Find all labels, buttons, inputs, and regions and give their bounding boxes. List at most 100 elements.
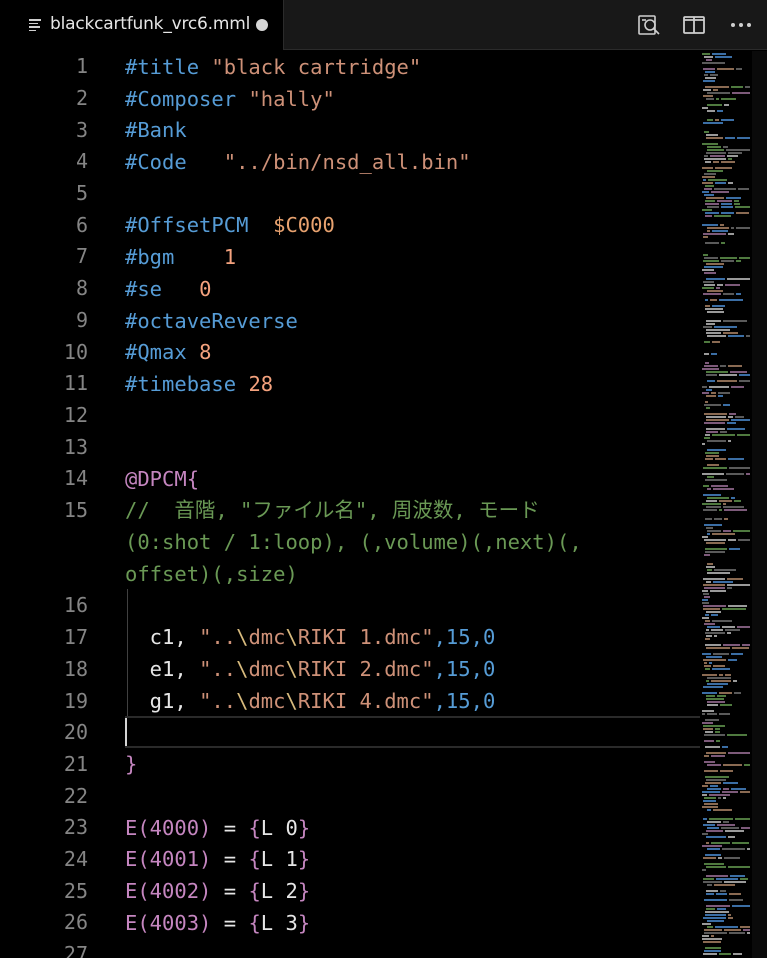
minimap-line — [723, 764, 742, 766]
minimap-line — [704, 194, 714, 196]
minimap-line — [705, 299, 708, 301]
minimap-line — [746, 335, 750, 337]
minimap-line — [702, 869, 706, 871]
minimap-line — [707, 788, 721, 790]
minimap-line — [708, 179, 727, 181]
minimap-line — [702, 176, 715, 178]
minimap-line — [712, 53, 726, 55]
minimap-line — [703, 578, 725, 580]
code-line: #Qmax 8 — [125, 340, 212, 364]
minimap-line — [741, 827, 750, 829]
minimap-line — [705, 632, 725, 634]
minimap-line — [707, 701, 725, 703]
minimap-line — [713, 581, 733, 583]
minimap-line — [703, 233, 726, 235]
minimap-line — [707, 821, 721, 823]
minimap-line — [732, 647, 749, 649]
minimap-line — [714, 188, 736, 190]
minimap-line — [706, 635, 712, 637]
minimap-line — [729, 932, 745, 934]
minimap-line — [704, 257, 718, 259]
code-line: c1, "..\dmc\RIKI 1.dmc",15,0 — [125, 625, 496, 649]
minimap-line — [703, 80, 715, 82]
minimap[interactable] — [700, 51, 752, 958]
minimap-line — [712, 620, 732, 622]
minimap-line — [702, 191, 709, 193]
minimap-line — [715, 926, 738, 928]
minimap-line — [728, 605, 747, 607]
minimap-line — [713, 488, 734, 490]
comment-line: // 音階, "ファイル名", 周波数, モード — [125, 498, 540, 522]
minimap-line — [704, 188, 712, 190]
minimap-line — [723, 821, 729, 823]
minimap-line — [702, 710, 714, 712]
minimap-line — [717, 695, 726, 697]
minimap-line — [730, 875, 745, 877]
minimap-line — [704, 413, 727, 415]
minimap-line — [704, 173, 716, 175]
minimap-line — [727, 587, 732, 589]
minimap-line — [702, 143, 718, 145]
code-area[interactable]: #title "black cartridge" #Composer "hall… — [125, 51, 700, 958]
line-number: 14 — [63, 466, 88, 490]
minimap-line — [702, 653, 711, 655]
minimap-line — [703, 857, 716, 859]
minimap-line — [705, 479, 727, 481]
modified-dot-icon[interactable] — [256, 19, 268, 31]
vertical-scrollbar[interactable] — [752, 51, 767, 958]
minimap-line — [707, 380, 715, 382]
minimap-line — [705, 854, 721, 856]
minimap-line — [705, 458, 713, 460]
minimap-line — [720, 431, 727, 433]
minimap-line — [703, 917, 726, 919]
minimap-line — [728, 152, 742, 154]
line-number: 23 — [63, 815, 88, 839]
minimap-line — [703, 467, 727, 469]
minimap-line — [706, 866, 726, 868]
minimap-line — [702, 443, 705, 445]
minimap-line — [705, 362, 709, 364]
minimap-line — [703, 485, 709, 487]
minimap-line — [717, 284, 723, 286]
line-number: 1 — [75, 54, 88, 78]
code-line: #octaveReverse — [125, 309, 298, 333]
minimap-line — [714, 569, 736, 571]
minimap-line — [723, 293, 734, 295]
minimap-line — [733, 953, 742, 955]
code-line: #title "black cartridge" — [125, 55, 422, 79]
line-number: 7 — [75, 244, 88, 268]
minimap-line — [703, 494, 721, 496]
minimap-line — [707, 476, 714, 478]
code-editor[interactable]: 1 2 3 4 5 6 7 8 9 10 11 12 13 14 15 16 1… — [0, 51, 700, 958]
minimap-line — [707, 92, 730, 94]
minimap-line — [702, 785, 708, 787]
line-number: 27 — [63, 942, 88, 958]
minimap-line — [707, 626, 720, 628]
minimap-line — [707, 920, 724, 922]
minimap-line — [705, 638, 710, 640]
minimap-line — [705, 203, 719, 205]
minimap-line — [717, 200, 732, 202]
line-number: 22 — [63, 784, 88, 808]
minimap-line — [703, 881, 722, 883]
split-editor-icon[interactable] — [681, 12, 707, 38]
minimap-line — [710, 785, 718, 787]
minimap-line — [728, 458, 744, 460]
minimap-line — [705, 548, 727, 550]
minimap-line — [702, 599, 708, 601]
minimap-line — [733, 530, 750, 532]
minimap-line — [723, 332, 738, 334]
minimap-line — [705, 911, 729, 913]
minimap-line — [713, 809, 732, 811]
code-line: } — [125, 752, 138, 776]
minimap-line — [739, 380, 750, 382]
minimap-line — [727, 578, 743, 580]
search-references-icon[interactable] — [636, 12, 662, 38]
more-actions-icon[interactable] — [728, 12, 754, 38]
minimap-line — [727, 428, 745, 430]
minimap-line — [721, 212, 734, 214]
minimap-line — [718, 395, 723, 397]
line-number: 21 — [63, 752, 88, 776]
editor-tab[interactable]: blackcartfunk_vrc6.mml — [0, 0, 284, 50]
minimap-line — [728, 752, 750, 754]
